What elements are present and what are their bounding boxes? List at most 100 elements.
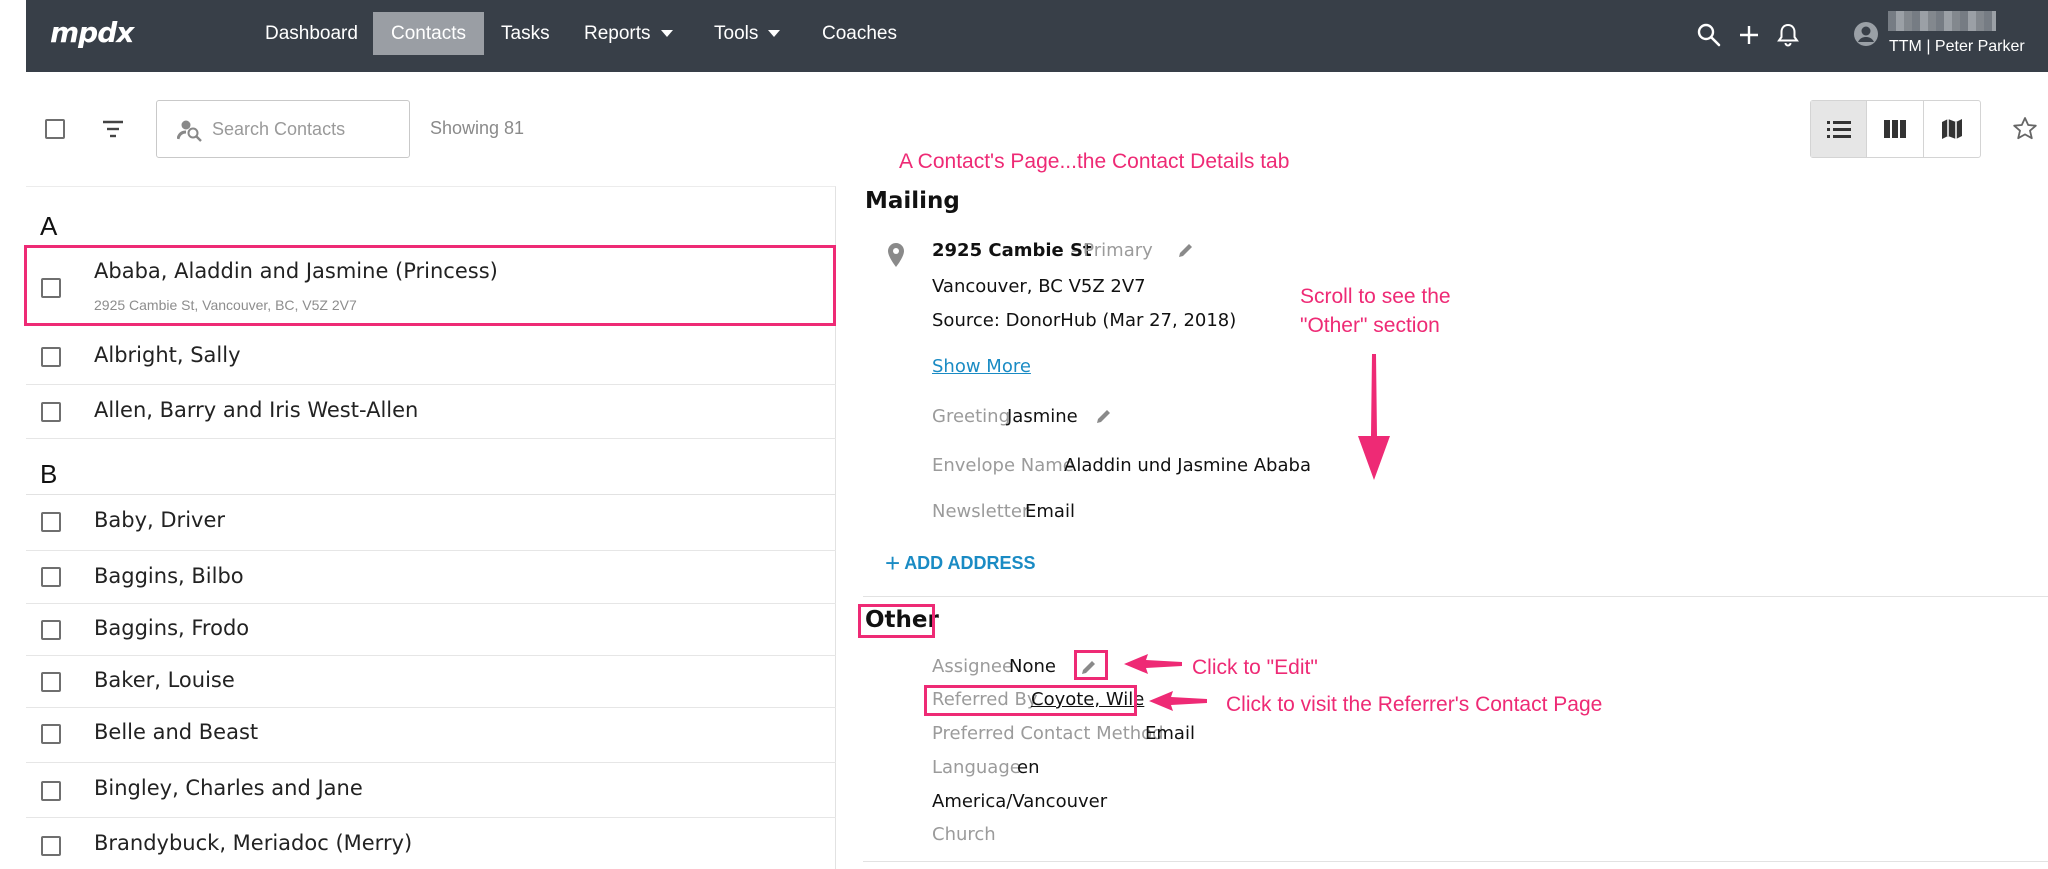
contact-name[interactable]: Baggins, Frodo xyxy=(94,616,249,640)
column-view-button[interactable] xyxy=(1867,101,1924,157)
contact-checkbox[interactable] xyxy=(41,724,61,744)
mpdx-logo[interactable]: mpdx xyxy=(50,14,160,54)
search-icon[interactable] xyxy=(1696,22,1722,48)
list-view-button[interactable] xyxy=(1811,101,1868,157)
add-address-button[interactable]: + ADD ADDRESS xyxy=(885,548,1036,579)
view-toggle-group xyxy=(1810,100,1981,158)
contact-name[interactable]: Allen, Barry and Iris West-Allen xyxy=(94,398,418,422)
contact-row[interactable]: Belle and Beast xyxy=(26,708,836,763)
nav-reports-label: Reports xyxy=(584,23,651,44)
add-icon[interactable] xyxy=(1736,22,1762,48)
contact-checkbox[interactable] xyxy=(41,781,61,801)
chevron-down-icon xyxy=(660,30,673,38)
address-source: Source: DonorHub (Mar 27, 2018) xyxy=(932,310,1237,331)
group-letter-b: B xyxy=(40,459,58,489)
columns-icon xyxy=(1884,120,1907,138)
contact-row[interactable]: Baggins, Bilbo xyxy=(26,551,836,604)
user-name[interactable]: TTM | Peter Parker xyxy=(1889,38,2025,56)
contact-row[interactable]: Baker, Louise xyxy=(26,656,836,708)
section-divider xyxy=(863,861,2048,862)
contact-checkbox[interactable] xyxy=(41,402,61,422)
star-icon[interactable] xyxy=(2012,116,2038,142)
contact-name[interactable]: Baker, Louise xyxy=(94,668,235,692)
location-pin-icon xyxy=(887,242,905,268)
contact-checkbox[interactable] xyxy=(41,347,61,367)
contact-checkbox[interactable] xyxy=(41,620,61,640)
scroll-note-annotation: Scroll to see the "Other" section xyxy=(1300,282,1451,340)
section-divider xyxy=(863,596,2048,597)
mailing-section-title: Mailing xyxy=(865,188,960,214)
contact-checkbox[interactable] xyxy=(41,567,61,587)
top-navigation-bar: mpdx Dashboard Contacts Tasks Reports To… xyxy=(26,0,2048,72)
chevron-down-icon xyxy=(768,30,781,38)
contact-row[interactable]: Allen, Barry and Iris West-Allen xyxy=(26,385,836,439)
nav-tools[interactable]: Tools xyxy=(706,12,788,55)
highlight-box-selected-contact xyxy=(24,245,836,326)
map-icon xyxy=(1941,119,1962,139)
map-view-button[interactable] xyxy=(1924,101,1980,157)
assignee-label: Assignee xyxy=(932,656,1014,677)
nav-tasks[interactable]: Tasks xyxy=(493,12,558,55)
search-placeholder: Search Contacts xyxy=(212,119,346,139)
account-icon[interactable] xyxy=(1852,20,1878,46)
blurred-account-name xyxy=(1888,11,1996,31)
highlight-box-referred xyxy=(924,685,1137,716)
greeting-value: Jasmine xyxy=(1007,406,1078,427)
envelope-name-value: Aladdin und Jasmine Ababa xyxy=(1064,455,1311,476)
highlight-box-other xyxy=(858,604,935,638)
timezone-value: America/Vancouver xyxy=(932,791,1108,812)
down-arrow-annotation xyxy=(1356,352,1392,482)
preferred-contact-value: Email xyxy=(1145,723,1195,744)
newsletter-label: Newsletter xyxy=(932,501,1030,522)
primary-tag: - Primary xyxy=(1071,240,1153,261)
contact-checkbox[interactable] xyxy=(41,836,61,856)
language-value: en xyxy=(1017,757,1040,778)
language-label: Language xyxy=(932,757,1021,778)
nav-reports[interactable]: Reports xyxy=(576,12,681,55)
bell-icon[interactable] xyxy=(1775,22,1801,48)
nav-tools-label: Tools xyxy=(714,23,759,44)
newsletter-value: Email xyxy=(1025,501,1075,522)
contact-name[interactable]: Baby, Driver xyxy=(94,508,225,532)
contact-search-icon xyxy=(177,118,203,142)
filter-icon[interactable] xyxy=(100,118,126,140)
showing-count: Showing 81 xyxy=(430,118,525,138)
assignee-value: None xyxy=(1009,656,1056,677)
contact-name[interactable]: Bingley, Charles and Jane xyxy=(94,776,363,800)
contact-name[interactable]: Belle and Beast xyxy=(94,720,258,744)
envelope-name-label: Envelope Name xyxy=(932,455,1074,476)
contact-name[interactable]: Brandybuck, Meriadoc (Merry) xyxy=(94,831,412,855)
scroll-note-line1: Scroll to see the xyxy=(1300,285,1451,308)
greeting-label: Greeting xyxy=(932,406,1010,427)
scroll-note-line2: "Other" section xyxy=(1300,314,1440,337)
edit-greeting-icon[interactable] xyxy=(1095,407,1113,425)
click-referrer-annotation: Click to visit the Referrer's Contact Pa… xyxy=(1226,693,1603,716)
contact-name[interactable]: Albright, Sally xyxy=(94,343,241,367)
logo-text: mpdx xyxy=(50,16,134,49)
search-contacts-input[interactable]: Search Contacts xyxy=(156,100,410,158)
list-icon xyxy=(1826,121,1851,138)
group-letter-a: A xyxy=(40,211,58,241)
contact-name[interactable]: Baggins, Bilbo xyxy=(94,564,244,588)
nav-contacts[interactable]: Contacts xyxy=(373,12,484,55)
address-city: Vancouver, BC V5Z 2V7 xyxy=(932,276,1146,297)
preferred-contact-label: Preferred Contact Method xyxy=(932,723,1164,744)
highlight-box-edit xyxy=(1074,650,1108,680)
nav-dashboard[interactable]: Dashboard xyxy=(257,12,366,55)
contact-checkbox[interactable] xyxy=(41,672,61,692)
edit-address-icon[interactable] xyxy=(1177,241,1195,259)
contact-row[interactable]: Baby, Driver xyxy=(26,494,836,551)
contact-row[interactable]: Bingley, Charles and Jane xyxy=(26,763,836,818)
nav-coaches[interactable]: Coaches xyxy=(814,12,905,55)
contact-row[interactable]: Baggins, Frodo xyxy=(26,604,836,656)
select-all-checkbox[interactable] xyxy=(45,119,65,139)
church-label: Church xyxy=(932,824,996,845)
contact-row[interactable]: Albright, Sally xyxy=(26,330,836,385)
click-edit-annotation: Click to "Edit" xyxy=(1192,656,1318,679)
contact-checkbox[interactable] xyxy=(41,512,61,532)
show-more-link[interactable]: Show More xyxy=(932,356,1031,377)
address-street: 2925 Cambie St xyxy=(932,240,1092,261)
plus-icon: + xyxy=(885,548,901,578)
arrow-to-edit-annotation xyxy=(1122,652,1184,676)
contact-row[interactable]: Brandybuck, Meriadoc (Merry) xyxy=(26,818,836,869)
